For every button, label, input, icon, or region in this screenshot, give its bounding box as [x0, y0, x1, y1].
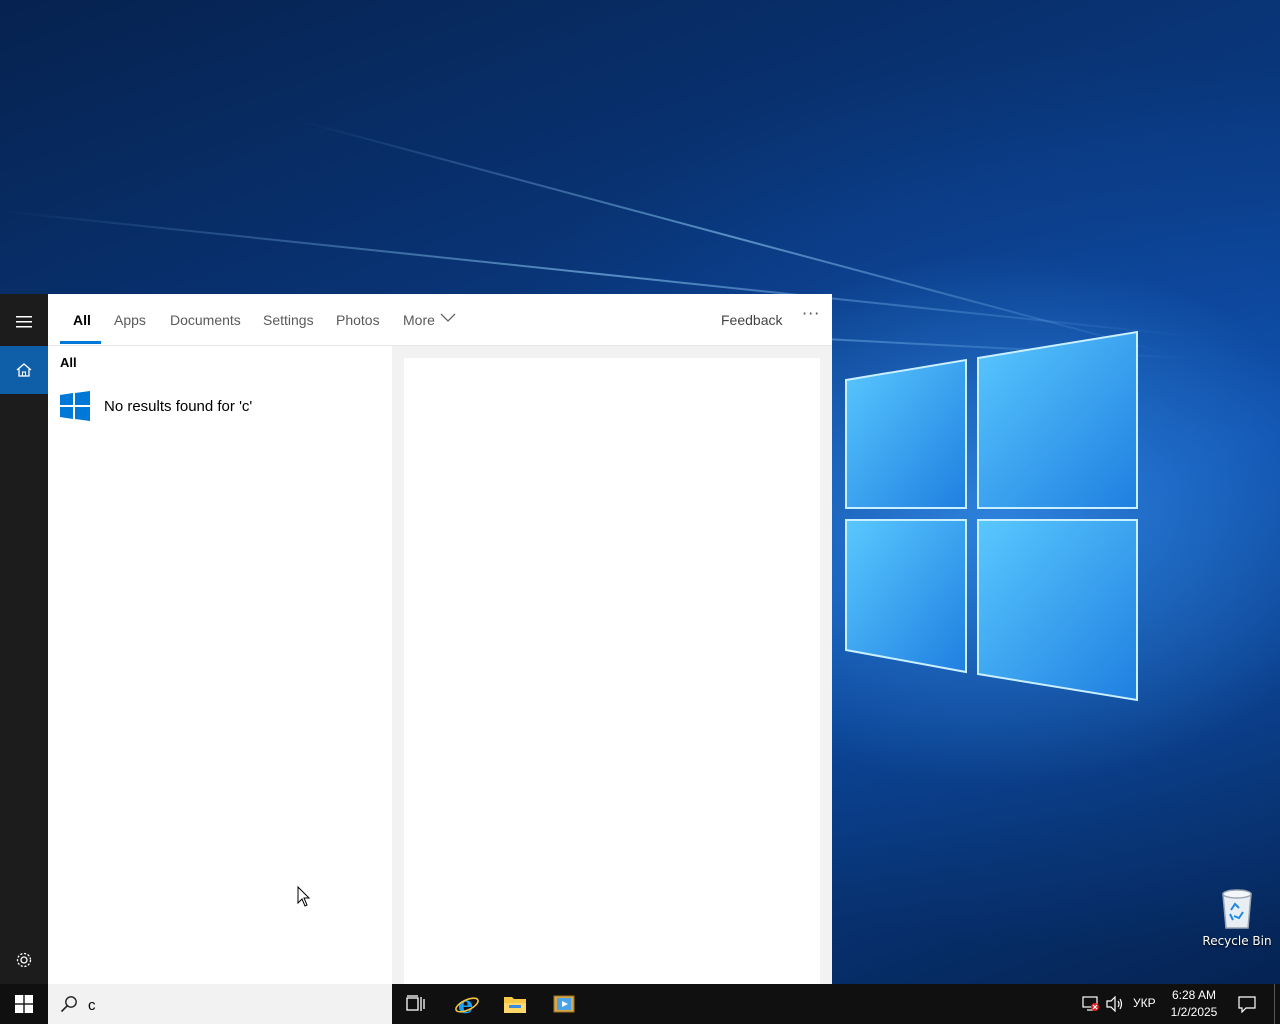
- clock-date: 1/2/2025: [1170, 1005, 1218, 1019]
- taskbar-search-box[interactable]: [48, 984, 392, 1024]
- input-language-indicator[interactable]: УКР: [1133, 996, 1156, 1010]
- recycle-bin-desktop-icon[interactable]: Recycle Bin: [1200, 886, 1274, 949]
- recycle-bin-icon: [1222, 889, 1252, 929]
- tab-more[interactable]: More: [403, 312, 435, 328]
- clock-time: 6:28 AM: [1171, 988, 1217, 1002]
- no-results-text: No results found for 'c': [104, 397, 253, 415]
- tab-all[interactable]: All: [73, 312, 91, 328]
- feedback-button[interactable]: Feedback: [721, 312, 782, 328]
- settings-button[interactable]: [0, 936, 48, 984]
- search-input[interactable]: [86, 993, 380, 1017]
- hamburger-menu-icon: [16, 316, 32, 328]
- tab-documents[interactable]: Documents: [170, 312, 241, 328]
- show-desktop-button[interactable]: [1274, 984, 1280, 1024]
- search-results-panel: All Apps Documents Settings Photos More …: [48, 294, 832, 984]
- action-center-icon[interactable]: [1238, 995, 1256, 1013]
- volume-icon[interactable]: [1106, 996, 1124, 1012]
- start-button[interactable]: [0, 984, 48, 1024]
- preview-pane: [392, 346, 832, 984]
- recycle-bin-label: Recycle Bin: [1202, 934, 1272, 948]
- windows-logo-icon: [60, 391, 90, 421]
- tab-photos[interactable]: Photos: [336, 312, 380, 328]
- internet-explorer-icon: e: [455, 992, 479, 1016]
- mouse-cursor-icon: [297, 886, 311, 907]
- chevron-down-icon[interactable]: [440, 313, 456, 323]
- settings-gear-icon: [16, 952, 32, 968]
- search-filter-tabs: All Apps Documents Settings Photos More …: [48, 294, 832, 346]
- hamburger-menu-button[interactable]: [0, 298, 48, 346]
- windows-start-icon: [15, 995, 33, 1013]
- tab-apps[interactable]: Apps: [114, 312, 146, 328]
- media-player-button[interactable]: [540, 984, 588, 1024]
- start-menu-rail: [0, 294, 48, 984]
- results-list: All No results found for 'c': [48, 346, 392, 984]
- internet-explorer-button[interactable]: e: [443, 984, 491, 1024]
- media-player-icon: [553, 995, 575, 1013]
- network-disconnected-icon[interactable]: [1082, 996, 1100, 1012]
- search-icon: [60, 996, 77, 1013]
- task-view-button[interactable]: [392, 984, 440, 1024]
- preview-card: [404, 358, 820, 984]
- results-heading: All: [60, 355, 77, 370]
- task-view-icon: [406, 995, 425, 1011]
- file-explorer-button[interactable]: [491, 984, 539, 1024]
- file-explorer-icon: [504, 997, 526, 1013]
- clock[interactable]: 6:28 AM 1/2/2025: [1164, 987, 1224, 1021]
- more-options-button[interactable]: ···: [802, 304, 820, 323]
- taskbar: e УКР 6:28 AM 1/2/2025: [0, 984, 1280, 1024]
- no-results-item: No results found for 'c': [60, 391, 252, 421]
- windows-wallpaper-logo: [845, 330, 1138, 702]
- home-icon: [16, 363, 32, 377]
- tab-settings[interactable]: Settings: [263, 312, 314, 328]
- home-button[interactable]: [0, 346, 48, 394]
- active-tab-indicator: [60, 341, 101, 344]
